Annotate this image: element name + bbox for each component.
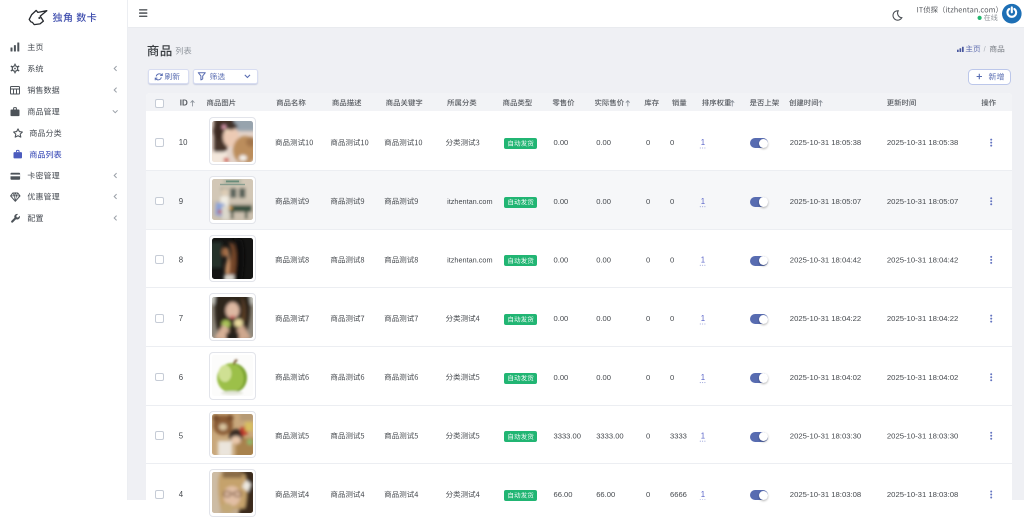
svg-text:0: 0 (646, 431, 650, 440)
svg-text:7: 7 (179, 314, 183, 323)
svg-text:0.00: 0.00 (596, 314, 611, 323)
svg-text:2025-10-31 18:04:42: 2025-10-31 18:04:42 (790, 256, 861, 265)
svg-text:1: 1 (701, 373, 705, 382)
svg-text:0: 0 (646, 256, 650, 265)
svg-text:66.00: 66.00 (554, 490, 573, 499)
svg-text:2025-10-31 18:04:22: 2025-10-31 18:04:22 (887, 314, 958, 323)
svg-text:0: 0 (670, 256, 674, 265)
svg-text:2025-10-31 18:05:38: 2025-10-31 18:05:38 (790, 138, 861, 147)
svg-text:2025-10-31 18:03:08: 2025-10-31 18:03:08 (790, 490, 861, 499)
svg-text:2025-10-31 18:03:08: 2025-10-31 18:03:08 (887, 490, 958, 499)
svg-text:0.00: 0.00 (554, 314, 569, 323)
svg-text:6666: 6666 (670, 490, 687, 499)
svg-text:0.00: 0.00 (554, 197, 569, 206)
svg-text:0: 0 (646, 138, 650, 147)
svg-text:0.00: 0.00 (554, 373, 569, 382)
svg-text:0.00: 0.00 (596, 373, 611, 382)
svg-text:2025-10-31 18:03:30: 2025-10-31 18:03:30 (790, 431, 861, 440)
svg-text:2025-10-31 18:05:38: 2025-10-31 18:05:38 (887, 138, 958, 147)
svg-text:/: / (984, 44, 986, 53)
svg-text:2025-10-31 18:05:07: 2025-10-31 18:05:07 (887, 197, 958, 206)
svg-text:2025-10-31 18:04:42: 2025-10-31 18:04:42 (887, 256, 958, 265)
svg-text:0.00: 0.00 (554, 256, 569, 265)
svg-text:1: 1 (701, 431, 705, 440)
svg-text:ID: ID (180, 98, 188, 107)
svg-text:8: 8 (179, 256, 183, 265)
svg-text:2025-10-31 18:04:02: 2025-10-31 18:04:02 (887, 373, 958, 382)
svg-text:1: 1 (701, 256, 705, 265)
svg-text:2025-10-31 18:04:22: 2025-10-31 18:04:22 (790, 314, 861, 323)
svg-text:3333.00: 3333.00 (596, 431, 623, 440)
svg-text:0: 0 (646, 314, 650, 323)
svg-text:3333.00: 3333.00 (554, 431, 581, 440)
svg-text:0.00: 0.00 (554, 138, 569, 147)
svg-text:10: 10 (179, 138, 188, 147)
svg-text:3333: 3333 (670, 431, 687, 440)
svg-text:0: 0 (670, 314, 674, 323)
svg-text:66.00: 66.00 (596, 490, 615, 499)
svg-text:1: 1 (701, 490, 705, 499)
svg-text:1: 1 (701, 197, 705, 206)
svg-text:1: 1 (701, 314, 705, 323)
svg-text:itzhentan.com: itzhentan.com (447, 256, 492, 265)
svg-text:0.00: 0.00 (596, 138, 611, 147)
svg-text:0: 0 (646, 373, 650, 382)
svg-text:0: 0 (646, 197, 650, 206)
svg-text:0: 0 (646, 490, 650, 499)
svg-text:6: 6 (179, 373, 183, 382)
svg-text:0: 0 (670, 138, 674, 147)
svg-text:2025-10-31 18:03:30: 2025-10-31 18:03:30 (887, 431, 958, 440)
svg-text:0.00: 0.00 (596, 256, 611, 265)
svg-text:2025-10-31 18:05:07: 2025-10-31 18:05:07 (790, 197, 861, 206)
svg-text:2025-10-31 18:04:02: 2025-10-31 18:04:02 (790, 373, 861, 382)
svg-text:1: 1 (701, 138, 705, 147)
svg-text:0: 0 (670, 373, 674, 382)
svg-text:5: 5 (179, 431, 184, 440)
svg-text:0: 0 (670, 197, 674, 206)
svg-text:9: 9 (179, 197, 183, 206)
svg-text:0.00: 0.00 (596, 197, 611, 206)
svg-text:4: 4 (179, 490, 184, 499)
svg-text:itzhentan.com: itzhentan.com (447, 197, 492, 206)
